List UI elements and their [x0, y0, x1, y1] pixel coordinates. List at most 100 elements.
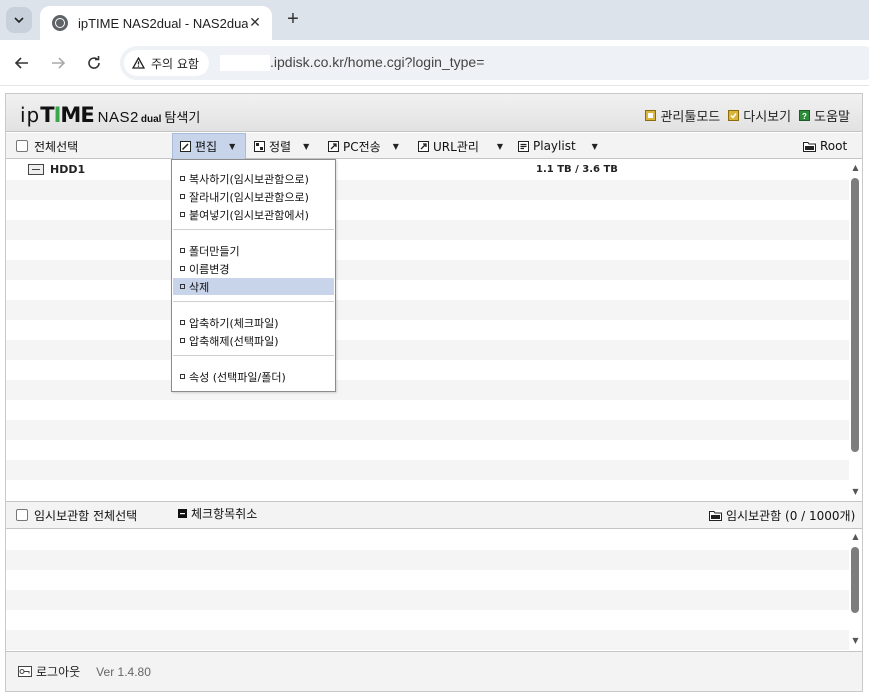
dropdown-arrow-icon: ▼: [229, 142, 236, 151]
root-button[interactable]: Root: [803, 133, 847, 159]
admin-tool-icon: [645, 110, 657, 121]
menu-item-properties[interactable]: 속성 (선택파일/폴더): [173, 368, 334, 385]
close-tab-icon[interactable]: ✕: [246, 14, 264, 32]
bullet-icon: [180, 212, 185, 217]
playlist-menu[interactable]: Playlist ▼: [518, 133, 598, 159]
file-name[interactable]: HDD1: [50, 163, 85, 176]
temp-list-scrollbar[interactable]: ▲ ▼: [849, 530, 862, 650]
edit-icon: [180, 141, 191, 152]
temp-storage-count-label: 임시보관함 (0 / 1000개): [726, 508, 856, 523]
admin-tool-link[interactable]: 관리툴모드: [645, 106, 720, 125]
menu-item-copy[interactable]: 복사하기(임시보관함으로): [173, 170, 334, 187]
menu-bar: 전체선택 편집 ▼ 정렬 ▼ PC전송 ▼ URL관리 ▼ Playlist ▼: [6, 133, 862, 159]
address-bar[interactable]: 주의 요함 .ipdisk.co.kr/home.cgi?login_type=: [120, 46, 869, 80]
folder-icon: [709, 509, 722, 521]
menu-item-new-folder[interactable]: 폴더만들기: [173, 242, 334, 259]
select-all-checkbox-item[interactable]: 전체선택: [16, 133, 78, 159]
list-item: [6, 590, 849, 610]
table-row: [6, 360, 849, 380]
list-item: [6, 630, 849, 650]
scroll-thumb[interactable]: [851, 178, 859, 452]
menu-item-paste[interactable]: 붙여넣기(임시보관함에서): [173, 206, 334, 223]
redacted-hostname: [220, 55, 270, 71]
menu-item-rename[interactable]: 이름변경: [173, 260, 334, 277]
forward-button[interactable]: [46, 51, 70, 75]
new-tab-button[interactable]: +: [282, 8, 304, 30]
list-item: [6, 530, 849, 550]
uncheck-items-button[interactable]: 체크항목취소: [178, 502, 257, 524]
url-manage-menu[interactable]: URL관리 ▼: [418, 133, 503, 159]
select-all-checkbox[interactable]: [16, 140, 28, 152]
menu-divider: [173, 229, 334, 230]
table-row: [6, 340, 849, 360]
dropdown-arrow-icon: ▼: [303, 141, 310, 151]
scroll-up-icon[interactable]: ▲: [849, 162, 862, 174]
table-row: [6, 420, 849, 440]
logo-dual: dual: [140, 114, 162, 125]
table-row: [6, 320, 849, 340]
pc-transfer-menu[interactable]: PC전송 ▼: [328, 133, 399, 159]
menu-item-extract[interactable]: 압축해제(선택파일): [173, 332, 334, 349]
select-all-label: 전체선택: [34, 139, 79, 154]
list-item: [6, 550, 849, 570]
edit-menu[interactable]: 편집 ▼: [172, 133, 246, 159]
logo-nas: NAS2: [97, 109, 139, 126]
sort-menu[interactable]: 정렬 ▼: [254, 133, 309, 159]
scroll-thumb[interactable]: [851, 547, 859, 613]
dropdown-arrow-icon: ▼: [496, 141, 504, 151]
menu-item-label: 압축해제(선택파일): [189, 334, 279, 348]
url-manage-label: URL관리: [433, 139, 479, 154]
menu-item-compress[interactable]: 압축하기(체크파일): [173, 314, 334, 331]
menu-item-label: 삭제: [189, 280, 210, 294]
help-icon: ?: [799, 110, 811, 121]
table-row: [6, 200, 849, 220]
refresh-link[interactable]: 다시보기: [728, 106, 791, 125]
chevron-down-icon: [14, 17, 24, 24]
table-row: [6, 300, 849, 320]
menu-item-cut[interactable]: 잘라내기(임시보관함으로): [173, 188, 334, 205]
temp-select-all-checkbox[interactable]: [16, 509, 28, 521]
table-row[interactable]: HDD1 1.1 TB / 3.6 TB: [6, 160, 849, 180]
admin-tool-label: 관리툴모드: [660, 110, 721, 125]
browser-toolbar: 주의 요함 .ipdisk.co.kr/home.cgi?login_type=: [0, 40, 869, 86]
back-arrow-icon: [14, 57, 28, 69]
reload-button[interactable]: [82, 51, 106, 75]
playlist-icon: [518, 140, 529, 152]
app-header: ip TIME NAS2 dual 탐색기 관리툴모드 다시보기 ? 도움말: [6, 94, 862, 132]
temp-select-all-label: 임시보관함 전체선택: [34, 508, 138, 523]
security-chip[interactable]: 주의 요함: [124, 50, 209, 76]
security-label: 주의 요함: [151, 56, 199, 71]
scroll-down-icon[interactable]: ▼: [849, 486, 862, 498]
temp-select-all-item[interactable]: 임시보관함 전체선택: [16, 502, 137, 528]
iptime-logo: ip TIME NAS2 dual 탐색기: [20, 103, 200, 127]
logo-explorer-label: 탐색기: [164, 111, 201, 126]
table-row: [6, 260, 849, 280]
scroll-up-icon[interactable]: ▲: [849, 531, 862, 543]
app-footer: 로그아웃 Ver 1.4.80: [6, 651, 862, 691]
bullet-icon: [180, 176, 185, 181]
bullet-icon: [180, 320, 185, 325]
bullet-icon: [180, 284, 185, 289]
file-list-scrollbar[interactable]: ▲ ▼: [849, 160, 862, 500]
tab-search-button[interactable]: [6, 7, 32, 33]
dropdown-arrow-icon: ▼: [392, 141, 399, 151]
menu-divider: [173, 355, 334, 356]
url-text[interactable]: .ipdisk.co.kr/home.cgi?login_type=: [270, 54, 484, 70]
logout-button[interactable]: 로그아웃: [18, 663, 80, 680]
file-list: HDD1 1.1 TB / 3.6 TB: [6, 160, 849, 500]
menu-item-label: 속성 (선택파일/폴더): [189, 370, 286, 384]
scroll-down-icon[interactable]: ▼: [849, 635, 862, 647]
menu-item-label: 이름변경: [189, 262, 230, 276]
globe-icon: [52, 15, 68, 31]
browser-tab[interactable]: ipTIME NAS2dual - NAS2dual ✕: [40, 6, 272, 40]
menu-item-delete[interactable]: 삭제: [173, 278, 334, 295]
minus-icon: [178, 508, 187, 518]
uncheck-items-label: 체크항목취소: [191, 506, 258, 521]
menu-item-label: 폴더만들기: [189, 244, 240, 258]
menu-item-label: 잘라내기(임시보관함으로): [189, 190, 309, 204]
refresh-icon: [728, 110, 740, 121]
logo-time: TIME: [40, 103, 94, 127]
help-link[interactable]: ? 도움말: [799, 106, 850, 125]
url-manage-icon: [418, 140, 429, 152]
back-button[interactable]: [10, 51, 34, 75]
